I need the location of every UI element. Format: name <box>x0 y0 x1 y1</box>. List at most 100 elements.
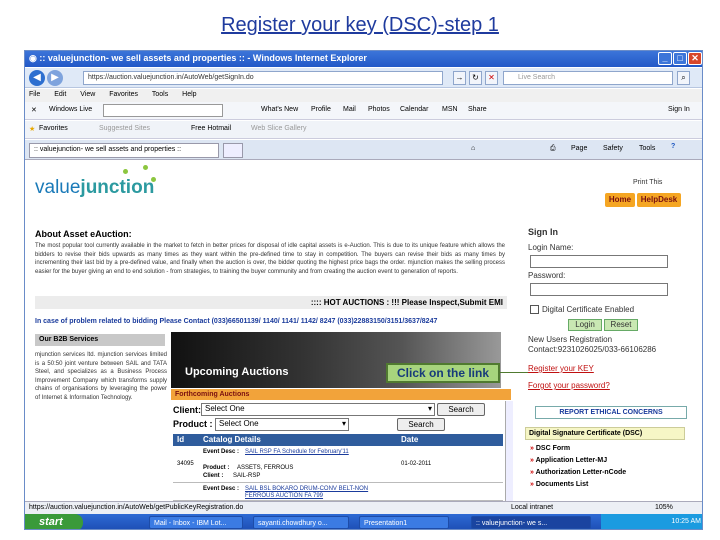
dsc-header: Digital Signature Certificate (DSC) <box>525 427 685 440</box>
dsc-enabled-checkbox[interactable] <box>530 305 539 314</box>
product-field-label: Product : <box>203 465 230 471</box>
taskbar-valuejunction[interactable]: :: valuejunction- we s... <box>471 516 591 529</box>
report-ethical-concerns-button[interactable]: REPORT ETHICAL CONCERNS <box>535 406 687 419</box>
home-button[interactable]: Home <box>605 193 635 207</box>
status-bar: https://auction.valuejunction.in/AutoWeb… <box>25 501 702 514</box>
msn-link[interactable]: MSN <box>442 106 458 113</box>
taskbar-mail[interactable]: Mail - Inbox - IBM Lot... <box>149 516 243 529</box>
calendar-link[interactable]: Calendar <box>400 106 428 113</box>
maximize-button[interactable]: □ <box>673 52 687 65</box>
mail-link[interactable]: Mail <box>343 106 356 113</box>
forgot-password-link[interactable]: Forgot your password? <box>528 381 610 390</box>
start-button[interactable]: start <box>25 514 83 529</box>
stop-icon[interactable]: ✕ <box>485 71 498 85</box>
client-search-button[interactable]: Search <box>437 403 485 416</box>
safety-menu[interactable]: Safety <box>603 145 623 152</box>
contact-line: In case of problem related to bidding Pl… <box>35 318 438 325</box>
about-title: About Asset eAuction: <box>35 229 132 239</box>
chevron-down-icon: ▾ <box>427 404 432 413</box>
status-url: https://auction.valuejunction.in/AutoWeb… <box>29 504 244 511</box>
auction-table-header: Id Catalog Details Date <box>173 434 503 446</box>
reset-button[interactable]: Reset <box>604 319 638 331</box>
table-row: 34095 Event Desc : SAIL RSP FA Schedule … <box>173 447 503 483</box>
password-input[interactable] <box>530 283 668 296</box>
new-tab-button[interactable] <box>223 143 243 158</box>
dsc-form-link[interactable]: » DSC Form <box>530 445 570 452</box>
taskbar-sayanti[interactable]: sayanti.chowdhury o... <box>253 516 349 529</box>
tab-valuejunction[interactable]: :: valuejunction- we sell assets and pro… <box>29 143 219 158</box>
password-label: Password: <box>528 271 566 280</box>
minimize-button[interactable]: _ <box>658 52 672 65</box>
authorization-letter-label: Authorization Letter-nCode <box>535 469 627 476</box>
address-row: ◀ ▶ https://auction.valuejunction.in/Aut… <box>25 68 702 88</box>
login-name-input[interactable] <box>530 255 668 268</box>
whats-new-link[interactable]: What's New <box>261 106 298 113</box>
print-icon[interactable]: ⎙ <box>550 145 556 153</box>
menu-view[interactable]: View <box>80 91 95 98</box>
close-toolbar-icon[interactable]: ✕ <box>31 106 37 114</box>
dsc-enabled-label: Digital Certificate Enabled <box>542 305 635 314</box>
column-catalog: Catalog Details <box>203 435 261 444</box>
forthcoming-auctions-bar: Forthcoming Auctions <box>171 389 511 400</box>
hot-auctions-ticker[interactable]: :::: HOT AUCTIONS : !!! Please Inspect,S… <box>35 296 507 309</box>
slide-title: Register your key (DSC)-step 1 <box>221 14 499 36</box>
taskbar-presentation[interactable]: Presentation1 <box>359 516 449 529</box>
favorites-bar: ★ Favorites Suggested Sites Free Hotmail… <box>25 121 702 139</box>
login-name-label: Login Name: <box>528 243 574 252</box>
profile-link[interactable]: Profile <box>311 106 331 113</box>
new-users-label: New Users Registration <box>528 335 613 344</box>
click-link-callout: Click on the link <box>386 363 500 383</box>
documents-list-link[interactable]: » Documents List <box>530 481 588 488</box>
home-icon[interactable]: ⌂ <box>471 145 475 152</box>
helpdesk-button[interactable]: HelpDesk <box>637 193 681 207</box>
help-icon[interactable]: ? <box>671 143 675 150</box>
print-this-link[interactable]: Print This <box>633 179 662 186</box>
menu-tools[interactable]: Tools <box>152 91 168 98</box>
logo-dot-icon <box>123 169 128 174</box>
login-button[interactable]: Login <box>568 319 602 331</box>
event-link[interactable]: SAIL BSL BOKARO DRUM-CONV BELT-NON FERRO… <box>245 486 375 500</box>
menu-help[interactable]: Help <box>182 91 196 98</box>
application-letter-link[interactable]: » Application Letter-MJ <box>530 457 607 464</box>
forward-button[interactable]: ▶ <box>47 70 63 86</box>
auction-scrollbar[interactable] <box>505 401 513 501</box>
go-button[interactable]: → <box>453 71 466 85</box>
authorization-letter-link[interactable]: » Authorization Letter-nCode <box>530 469 626 476</box>
register-key-link[interactable]: Register your KEY <box>528 364 594 373</box>
share-link[interactable]: Share <box>468 106 487 113</box>
client-field-label: Client : <box>203 473 224 479</box>
search-icon[interactable]: ⌕ <box>677 71 690 85</box>
system-tray: 10:25 AM <box>601 514 702 529</box>
back-button[interactable]: ◀ <box>29 70 45 86</box>
product-search-button[interactable]: Search <box>397 418 445 431</box>
close-button[interactable]: ✕ <box>688 52 702 65</box>
refresh-icon[interactable]: ↻ <box>469 71 482 85</box>
favorites-button[interactable]: Favorites <box>39 125 68 132</box>
menu-file[interactable]: File <box>29 91 40 98</box>
window-title: :: valuejunction- we sell assets and pro… <box>39 53 367 63</box>
live-search-input[interactable]: Live Search <box>503 71 673 85</box>
logo-dot-icon <box>143 165 148 170</box>
address-bar[interactable]: https://auction.valuejunction.in/AutoWeb… <box>83 71 443 85</box>
clock[interactable]: 10:25 AM <box>671 518 701 525</box>
tools-menu[interactable]: Tools <box>639 145 655 152</box>
page-menu[interactable]: Page <box>571 145 587 152</box>
windows-taskbar: start Mail - Inbox - IBM Lot... sayanti.… <box>25 514 702 529</box>
site-logo[interactable]: valuejunction <box>35 177 154 199</box>
suggested-sites-link[interactable]: Suggested Sites <box>99 125 150 132</box>
menu-favorites[interactable]: Favorites <box>109 91 138 98</box>
photos-link[interactable]: Photos <box>368 106 390 113</box>
product-select[interactable]: Select One ▾ <box>215 418 349 431</box>
client-select[interactable]: Select One ▾ <box>201 403 435 416</box>
row-date: 01-02-2011 <box>401 461 432 467</box>
windows-live-search-input[interactable] <box>103 104 223 117</box>
windows-live-link[interactable]: Windows Live <box>49 106 92 113</box>
free-hotmail-link[interactable]: Free Hotmail <box>191 125 231 132</box>
menu-edit[interactable]: Edit <box>54 91 66 98</box>
event-link[interactable]: SAIL RSP FA Schedule for February'11 <box>245 449 365 456</box>
web-slice-gallery-link[interactable]: Web Slice Gallery <box>251 125 307 132</box>
tab-bar: :: valuejunction- we sell assets and pro… <box>25 140 702 160</box>
zoom-level[interactable]: 105% <box>655 504 673 511</box>
sign-in-link[interactable]: Sign In <box>668 106 690 113</box>
client-select-value: Select One <box>205 404 245 413</box>
